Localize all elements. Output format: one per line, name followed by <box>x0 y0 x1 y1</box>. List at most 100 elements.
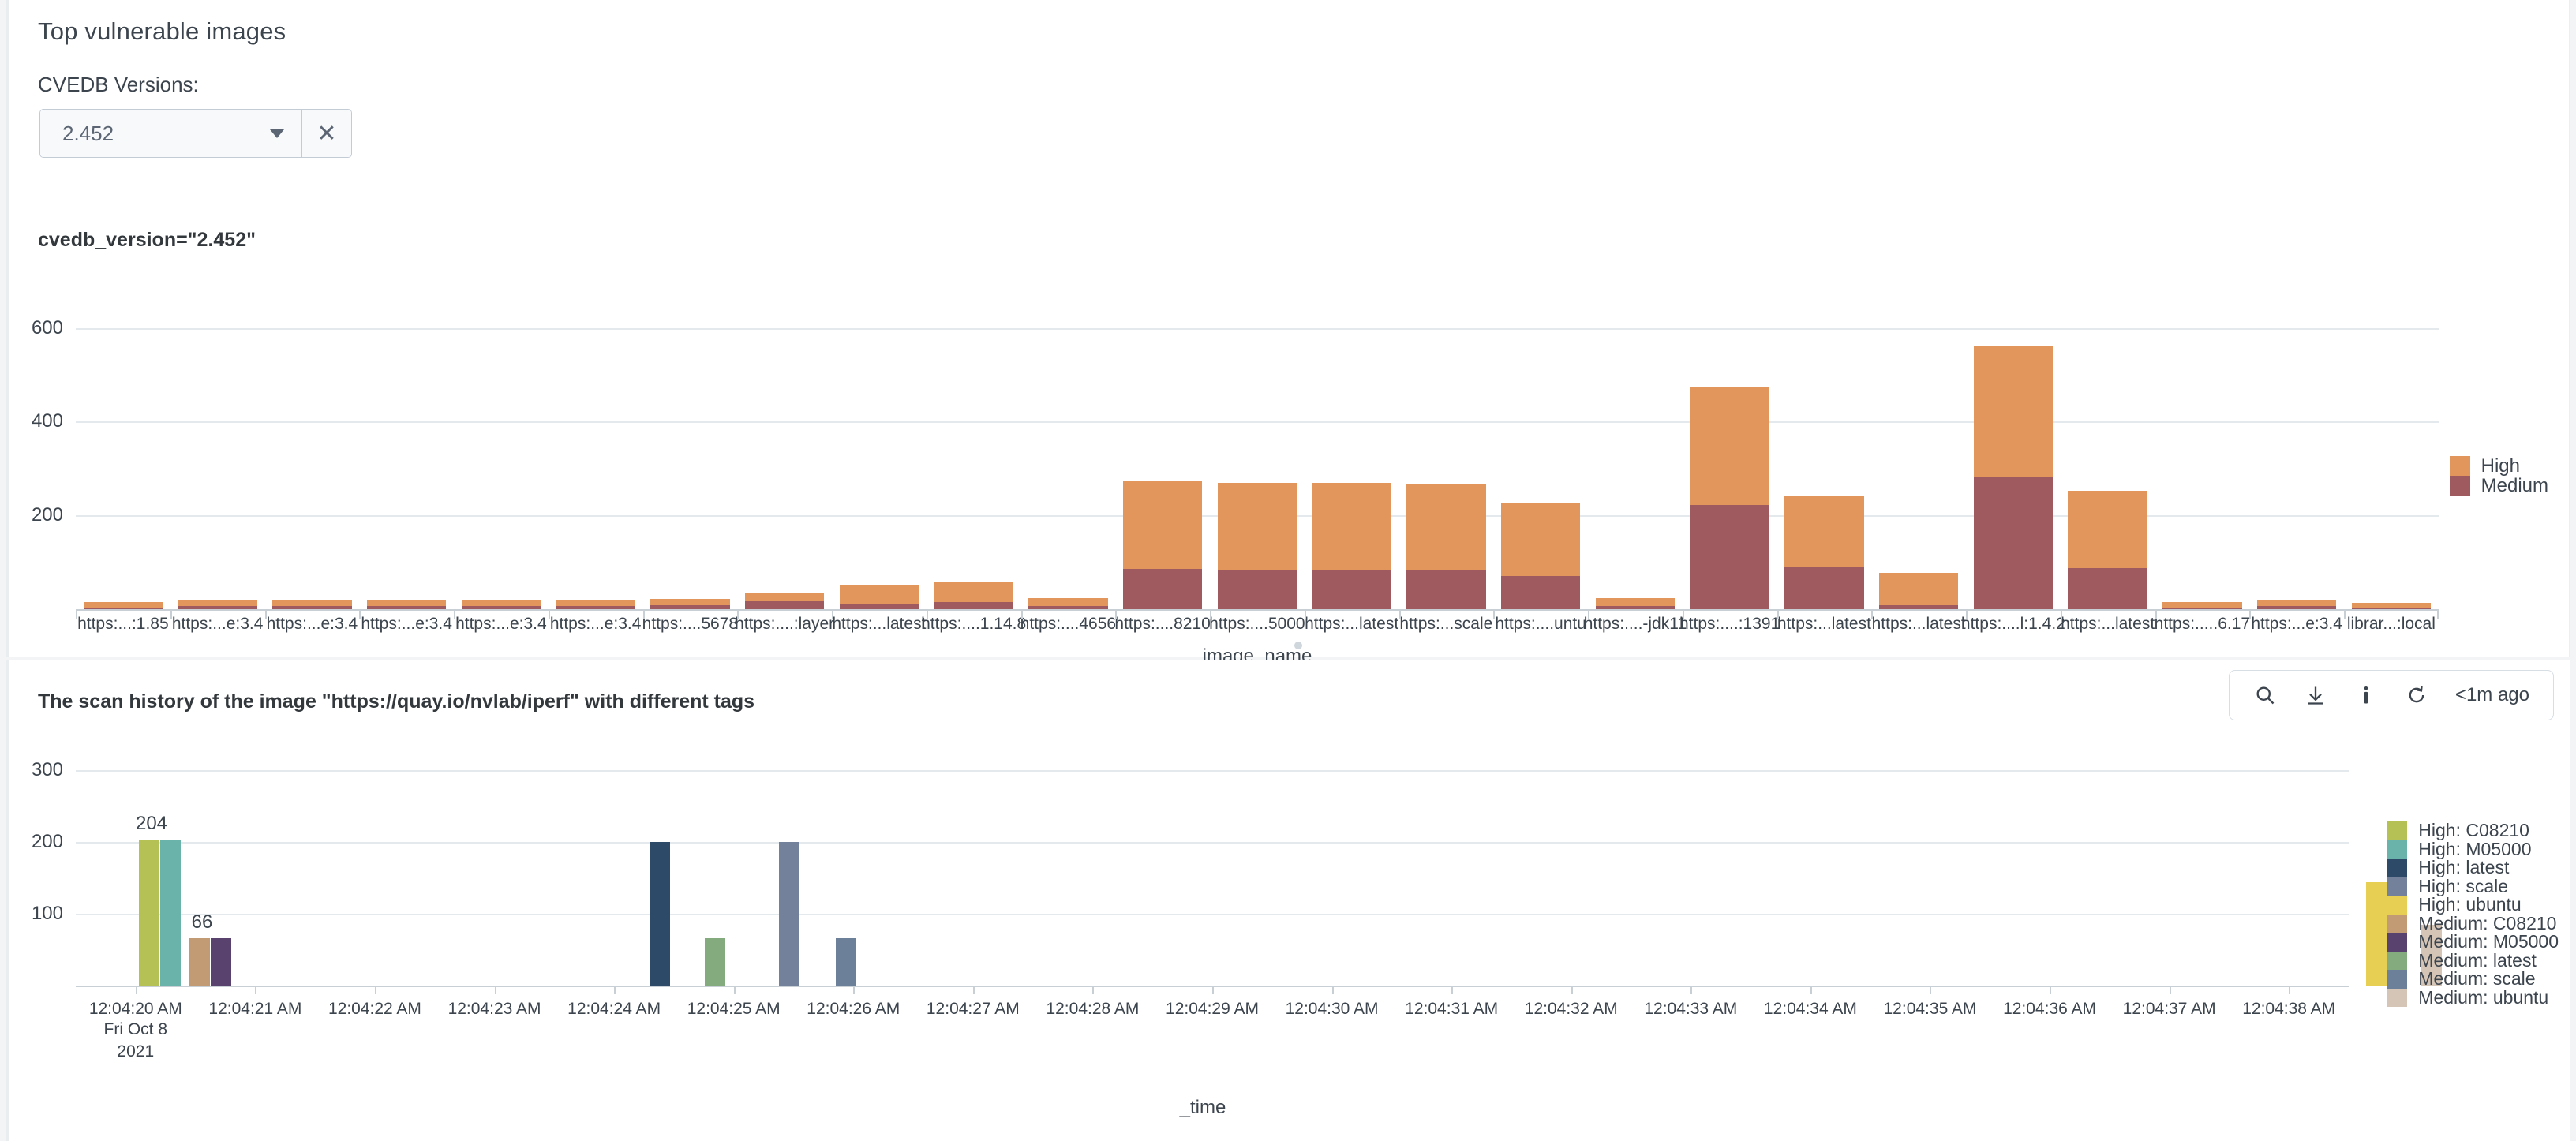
bar-segment-medium[interactable] <box>1973 477 2054 609</box>
bar-segment-high[interactable] <box>2162 601 2242 608</box>
bar-segment-high[interactable] <box>2256 600 2337 607</box>
bar-segment-medium[interactable] <box>1784 567 1864 609</box>
chart2-bar[interactable] <box>211 938 231 986</box>
x-tick-label: 12:04:29 AM <box>1152 987 1272 1064</box>
legend-item[interactable]: High: scale <box>2387 876 2559 896</box>
chart1-bar-slot[interactable] <box>1588 290 1683 609</box>
bar-segment-high[interactable] <box>366 600 447 607</box>
x-tick-label: https:...e:3.4 <box>548 611 643 638</box>
chart2-bar[interactable] <box>160 839 181 986</box>
chart1-bar-slot[interactable] <box>1493 290 1588 609</box>
chart1-bar-slot[interactable] <box>737 290 832 609</box>
bar-segment-medium[interactable] <box>1217 569 1297 609</box>
chart1-bar-slot[interactable] <box>832 290 927 609</box>
chart1-bar-slot[interactable] <box>170 290 265 609</box>
legend-item[interactable]: Medium: M05000 <box>2387 931 2559 952</box>
chart1-bar-slot[interactable] <box>359 290 454 609</box>
bar-segment-medium[interactable] <box>1690 505 1769 609</box>
bar-segment-medium[interactable] <box>1500 576 1581 609</box>
bar-segment-high[interactable] <box>1973 346 2054 477</box>
chart1-bar-slot[interactable] <box>927 290 1021 609</box>
chart1-bar-slot[interactable] <box>1966 290 2061 609</box>
x-tick-label: https:...e:3.4 <box>264 611 360 638</box>
x-tick-time: 12:04:24 AM <box>567 1000 661 1018</box>
x-tick-label: 12:04:27 AM <box>913 987 1033 1064</box>
bar-segment-high[interactable] <box>839 585 919 605</box>
legend-item[interactable]: Medium: scale <box>2387 968 2559 989</box>
chart1-bar-slot[interactable] <box>76 290 170 609</box>
chart1-bar-slot[interactable] <box>2155 290 2250 609</box>
chart1-bar-slot[interactable] <box>1871 290 1966 609</box>
chart1-bar-slot[interactable] <box>1021 290 1116 609</box>
bar-segment-medium[interactable] <box>744 600 825 609</box>
search-icon[interactable] <box>2253 683 2277 707</box>
legend-item[interactable]: High: ubuntu <box>2387 894 2559 915</box>
chart2-bar[interactable] <box>705 938 725 986</box>
bar-segment-high[interactable] <box>1028 597 1108 606</box>
legend-item[interactable]: High: M05000 <box>2387 839 2559 859</box>
legend-item[interactable]: High: latest <box>2387 857 2559 877</box>
cvedb-version-select[interactable]: 2.452 <box>40 110 302 157</box>
bar-segment-high[interactable] <box>934 582 1013 602</box>
bar-segment-high[interactable] <box>1217 482 1297 570</box>
x-tick-label: https:...latest <box>1777 611 1872 638</box>
chart1-bar-slot[interactable] <box>2344 290 2439 609</box>
bar-segment-medium[interactable] <box>1122 568 1203 609</box>
x-tick-label: 12:04:22 AM <box>315 987 435 1064</box>
bar-segment-high[interactable] <box>1690 387 1769 506</box>
chart2-bar[interactable] <box>836 938 856 986</box>
bar-segment-high[interactable] <box>1595 597 1676 607</box>
chart1-bar-slot[interactable] <box>1115 290 1210 609</box>
clear-filter-button[interactable]: ✕ <box>302 110 351 157</box>
chart1-bar-slot[interactable] <box>265 290 360 609</box>
legend-swatch <box>2387 914 2408 933</box>
bar-segment-medium[interactable] <box>1312 569 1391 609</box>
bar-segment-high[interactable] <box>1122 481 1203 569</box>
download-icon[interactable] <box>2304 683 2327 707</box>
chart2-bar[interactable] <box>650 842 670 986</box>
bar-segment-high[interactable] <box>178 600 257 607</box>
chart2-bar[interactable] <box>2366 882 2387 986</box>
dashboard-root: Top vulnerable images CVEDB Versions: 2.… <box>0 0 2576 1141</box>
bar-segment-high[interactable] <box>1406 483 1486 570</box>
bar-segment-high[interactable] <box>461 600 541 607</box>
legend-item[interactable]: High: C08210 <box>2387 820 2559 840</box>
chart1-bar-slot[interactable] <box>454 290 549 609</box>
legend-item[interactable]: Medium: ubuntu <box>2387 987 2559 1008</box>
bar-segment-medium[interactable] <box>934 601 1013 609</box>
bar-segment-high[interactable] <box>744 593 825 601</box>
info-icon[interactable] <box>2354 683 2378 707</box>
legend-swatch <box>2387 821 2408 840</box>
chart1-bar-slot[interactable] <box>643 290 738 609</box>
chart1-bar-slot[interactable] <box>1399 290 1494 609</box>
bar-segment-high[interactable] <box>2068 491 2147 568</box>
chart1-bar-slot[interactable] <box>1777 290 1872 609</box>
legend-item[interactable]: Medium: latest <box>2387 950 2559 971</box>
scroll-indicator[interactable] <box>1294 642 1302 649</box>
legend-item[interactable]: Medium: C08210 <box>2387 913 2559 933</box>
bar-segment-high[interactable] <box>1312 483 1391 570</box>
chart1-bar-slot[interactable] <box>549 290 643 609</box>
bar-segment-medium[interactable] <box>2068 567 2147 609</box>
chart1-bar-slot[interactable] <box>1210 290 1305 609</box>
bar-segment-high[interactable] <box>272 600 352 607</box>
x-tick-time: 12:04:22 AM <box>328 1000 421 1018</box>
chart1-bar-slot[interactable] <box>1683 290 1777 609</box>
chart2-bar[interactable] <box>189 938 210 986</box>
chart2-bar[interactable] <box>779 842 799 986</box>
bar-segment-high[interactable] <box>1500 503 1581 577</box>
legend-item[interactable]: High <box>2449 455 2548 477</box>
bar-segment-high[interactable] <box>556 600 635 607</box>
bar-segment-high[interactable] <box>83 601 163 608</box>
chart1-bar-slot[interactable] <box>2061 290 2155 609</box>
legend-item[interactable]: Medium <box>2449 475 2548 496</box>
bar-segment-medium[interactable] <box>1406 570 1486 609</box>
chart2-bar[interactable] <box>139 839 159 986</box>
bar-segment-high[interactable] <box>1784 496 1864 567</box>
bar-segment-high[interactable] <box>1878 572 1959 606</box>
refresh-icon[interactable] <box>2405 683 2428 707</box>
chart1-x-axis-labels: https:...:1.85 https:...e:3.4 https:...e:3… <box>76 611 2439 638</box>
bar-segment-high[interactable] <box>650 598 730 606</box>
chart1-bar-slot[interactable] <box>1305 290 1399 609</box>
chart1-bar-slot[interactable] <box>2249 290 2344 609</box>
